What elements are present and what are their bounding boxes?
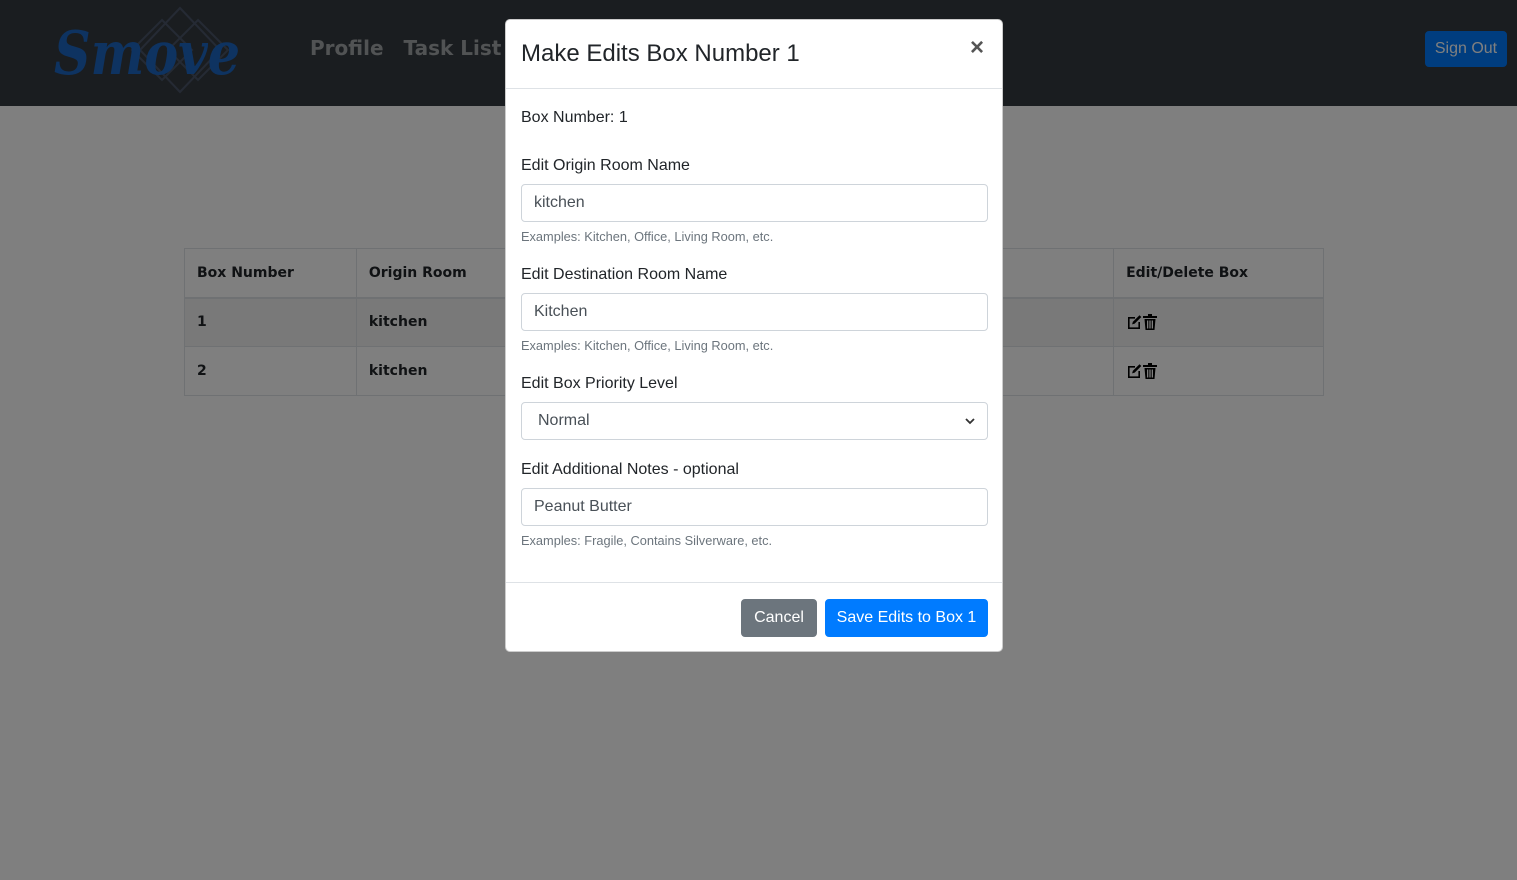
destination-room-label: Edit Destination Room Name (521, 266, 728, 283)
edit-box-modal: Make Edits Box Number 1 × Box Number: 1 … (505, 19, 1003, 652)
notes-help: Examples: Fragile, Contains Silverware, … (521, 533, 773, 548)
priority-level-select[interactable]: Normal (521, 402, 988, 440)
modal-header: Make Edits Box Number 1 × (506, 20, 1002, 89)
priority-level-selected: Normal (538, 412, 590, 429)
close-icon[interactable]: × (970, 36, 984, 60)
origin-room-help: Examples: Kitchen, Office, Living Room, … (521, 229, 774, 244)
modal-title: Make Edits Box Number 1 (521, 40, 800, 67)
destination-room-help: Examples: Kitchen, Office, Living Room, … (521, 338, 774, 353)
origin-room-input[interactable] (521, 184, 988, 222)
chevron-down-icon (965, 418, 975, 425)
save-edits-button[interactable]: Save Edits to Box 1 (825, 599, 988, 637)
destination-room-input[interactable] (521, 293, 988, 331)
priority-level-label: Edit Box Priority Level (521, 375, 678, 392)
box-number-label: Box Number: 1 (521, 109, 628, 126)
notes-input[interactable] (521, 488, 988, 526)
modal-body: Box Number: 1 Edit Origin Room Name Exam… (506, 89, 1002, 582)
notes-label: Edit Additional Notes - optional (521, 461, 739, 478)
modal-footer: Cancel Save Edits to Box 1 (506, 582, 1002, 652)
cancel-button[interactable]: Cancel (741, 599, 817, 637)
origin-room-label: Edit Origin Room Name (521, 157, 690, 174)
